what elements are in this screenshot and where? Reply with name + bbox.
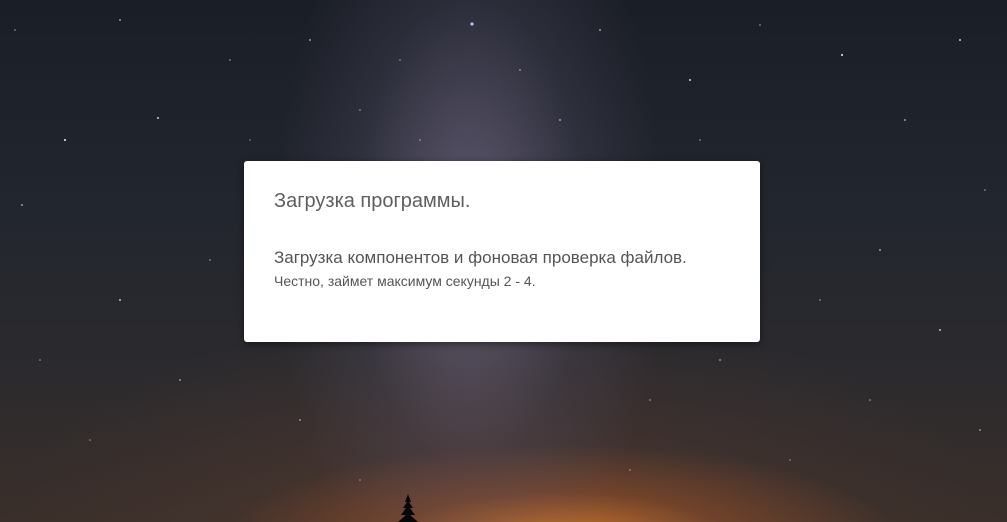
dialog-title: Загрузка программы. <box>274 190 471 212</box>
loading-dialog: Загрузка программы. Загрузка компонентов… <box>244 161 760 342</box>
dialog-note: Честно, займет максимум секунды 2 - 4. <box>274 273 536 289</box>
dialog-message: Загрузка компонентов и фоновая проверка … <box>274 248 687 267</box>
tree-silhouette <box>398 494 418 522</box>
